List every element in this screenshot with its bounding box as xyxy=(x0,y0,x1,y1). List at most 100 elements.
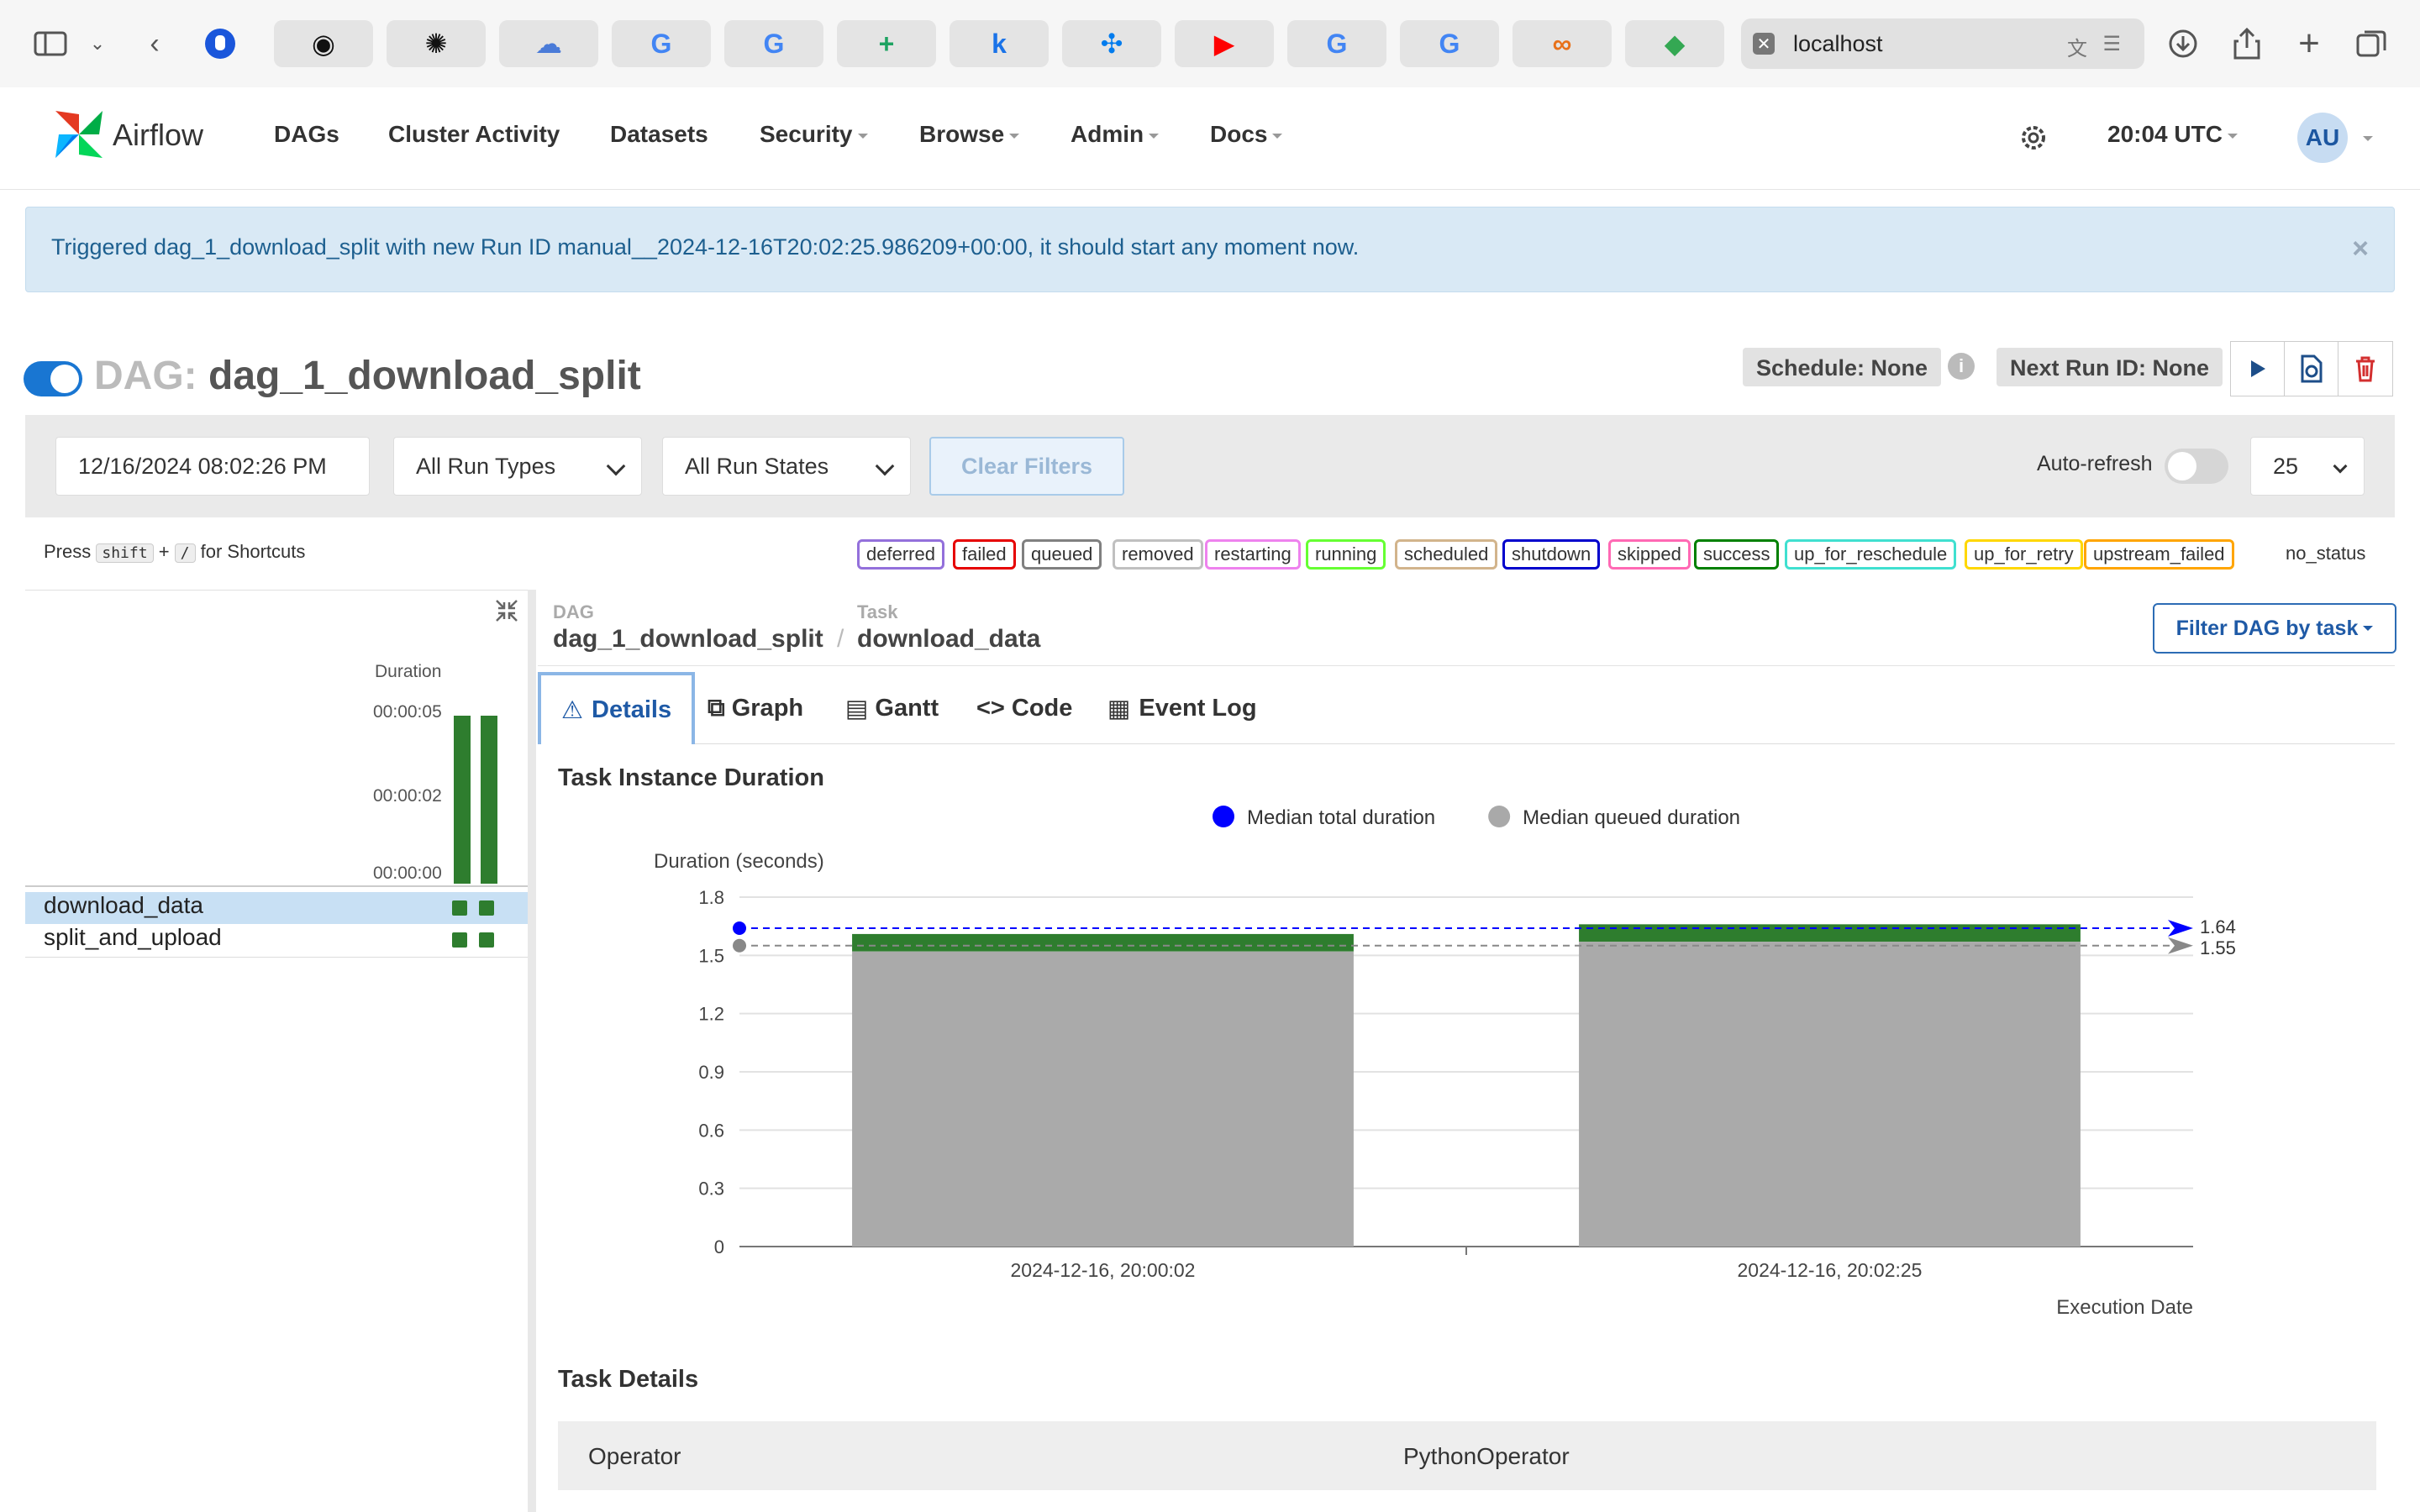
tab-gantt[interactable]: ▤ Gantt xyxy=(845,672,939,744)
caret-down-icon[interactable] xyxy=(2363,136,2373,141)
nav-browse[interactable]: Browse xyxy=(919,121,1020,148)
state-up-for-reschedule[interactable]: up_for_reschedule xyxy=(1785,539,1957,570)
state-success[interactable]: success xyxy=(1694,539,1780,570)
share-icon[interactable] xyxy=(2225,20,2269,67)
browser-tab[interactable]: ▶ xyxy=(1175,20,1274,67)
url-bar[interactable]: ✕ localhost 文 ☰ xyxy=(1741,18,2144,69)
dag-run-duration-bar[interactable] xyxy=(481,716,497,884)
state-running[interactable]: running xyxy=(1306,539,1386,570)
close-tab-icon[interactable]: ✕ xyxy=(1753,33,1775,55)
browser-tab[interactable]: G xyxy=(1400,20,1499,67)
panel-resize-handle[interactable] xyxy=(528,590,536,1512)
delete-dag-button[interactable] xyxy=(2338,341,2393,396)
nav-datasets[interactable]: Datasets xyxy=(610,121,708,148)
run-state-select[interactable]: All Run States xyxy=(662,437,911,496)
state-queued[interactable]: queued xyxy=(1022,539,1102,570)
median-arrow-icon xyxy=(2168,937,2193,954)
task-row-split-and-upload[interactable]: split_and_upload xyxy=(25,924,528,958)
state-legend: Press shift + / for Shortcuts deferred fa… xyxy=(0,534,2420,575)
privacy-hand-icon[interactable] xyxy=(198,20,242,67)
state-up-for-retry[interactable]: up_for_retry xyxy=(1965,539,2083,570)
nav-cluster-activity[interactable]: Cluster Activity xyxy=(388,121,560,148)
collapse-icon[interactable] xyxy=(494,598,519,627)
breadcrumb-dag[interactable]: dag_1_download_split xyxy=(553,625,823,654)
auto-refresh-toggle[interactable] xyxy=(2165,449,2228,484)
back-arrow-icon[interactable]: ‹ xyxy=(133,20,176,67)
chevron-down-icon xyxy=(2333,459,2348,474)
warning-icon: ⚠ xyxy=(561,696,583,724)
breadcrumb-task[interactable]: download_data xyxy=(857,625,1040,654)
task-tabs: ⚠ Details ⧉ Graph ▤ Gantt <> Code ▦ Event Log xyxy=(538,672,2395,744)
shortcut-key-slash: / xyxy=(174,543,196,563)
browser-tab[interactable]: k xyxy=(950,20,1049,67)
browser-tab[interactable]: G xyxy=(724,20,823,67)
run-type-select[interactable]: All Run Types xyxy=(393,437,642,496)
infinity-icon: ∞ xyxy=(1552,28,1572,59)
duration-tick: 00:00:02 xyxy=(373,786,442,806)
nav-browse-label: Browse xyxy=(919,121,1005,147)
browser-tab[interactable]: ✣ xyxy=(1062,20,1161,67)
tab-event-log-label: Event Log xyxy=(1139,694,1257,722)
state-upstream-failed[interactable]: upstream_failed xyxy=(2084,539,2234,570)
trigger-dag-button[interactable] xyxy=(2230,341,2286,396)
tab-overview-icon[interactable] xyxy=(2349,20,2393,67)
clock-dropdown[interactable]: 20:04 UTC xyxy=(2107,121,2238,148)
task-instance-square[interactable] xyxy=(479,900,494,916)
state-deferred[interactable]: deferred xyxy=(857,539,944,570)
browser-tab[interactable]: ∞ xyxy=(1512,20,1612,67)
clear-filters-button[interactable]: Clear Filters xyxy=(929,437,1124,496)
browser-tab[interactable]: G xyxy=(1287,20,1386,67)
median-start-marker xyxy=(733,921,746,935)
dag-pause-toggle[interactable] xyxy=(24,361,82,396)
reader-icon[interactable]: ☰ xyxy=(2102,32,2121,56)
legend-label: Median total duration xyxy=(1247,806,1435,829)
browser-tab[interactable]: + xyxy=(837,20,936,67)
state-removed[interactable]: removed xyxy=(1113,539,1203,570)
nav-dags[interactable]: DAGs xyxy=(274,121,339,148)
parse-dag-button[interactable] xyxy=(2284,341,2339,396)
state-skipped[interactable]: skipped xyxy=(1608,539,1691,570)
browser-tab[interactable]: ◆ xyxy=(1625,20,1724,67)
state-scheduled[interactable]: scheduled xyxy=(1395,539,1498,570)
cloud-icon: ☁ xyxy=(535,29,562,59)
chevron-down-icon[interactable]: ⌄ xyxy=(76,20,119,67)
caret-down-icon xyxy=(857,133,868,139)
browser-tab[interactable]: G xyxy=(612,20,711,67)
base-date-input[interactable]: 12/16/2024 08:02:26 PM xyxy=(55,437,370,496)
browser-tab[interactable]: ✺ xyxy=(387,20,486,67)
task-instance-square[interactable] xyxy=(452,900,467,916)
task-instance-square[interactable] xyxy=(452,932,467,948)
sidebar-toggle-icon[interactable] xyxy=(29,20,72,67)
brand-name[interactable]: Airflow xyxy=(113,118,203,153)
breadcrumb-separator: / xyxy=(837,625,844,653)
tab-event-log[interactable]: ▦ Event Log xyxy=(1107,672,1257,744)
median-start-marker xyxy=(733,938,746,953)
tab-graph[interactable]: ⧉ Graph xyxy=(708,672,803,744)
airflow-logo-icon[interactable] xyxy=(47,102,111,171)
info-icon[interactable]: i xyxy=(1948,353,1975,380)
bar-total-duration xyxy=(852,933,1354,952)
task-instance-square[interactable] xyxy=(479,932,494,948)
state-failed[interactable]: failed xyxy=(953,539,1016,570)
new-tab-icon[interactable]: + xyxy=(2287,20,2331,67)
download-icon[interactable] xyxy=(2161,20,2205,67)
state-restarting[interactable]: restarting xyxy=(1205,539,1301,570)
browser-tab[interactable]: ◉ xyxy=(274,20,373,67)
task-row-download-data[interactable]: download_data xyxy=(25,892,528,924)
nav-docs[interactable]: Docs xyxy=(1210,121,1283,148)
tab-code[interactable]: <> Code xyxy=(976,672,1072,744)
browser-tab[interactable]: ☁ xyxy=(499,20,598,67)
gear-icon[interactable] xyxy=(2017,121,2050,159)
close-icon[interactable]: × xyxy=(2352,233,2369,265)
translate-icon[interactable]: 文 xyxy=(2067,32,2087,61)
nav-admin[interactable]: Admin xyxy=(1071,121,1160,148)
tab-details[interactable]: ⚠ Details xyxy=(538,672,696,744)
state-no-status[interactable]: no_status xyxy=(2286,543,2365,564)
page-size-select[interactable]: 25 xyxy=(2250,437,2365,496)
avatar[interactable]: AU xyxy=(2297,113,2348,163)
dag-run-duration-bar[interactable] xyxy=(454,716,471,884)
nav-security[interactable]: Security xyxy=(760,121,868,148)
state-shutdown[interactable]: shutdown xyxy=(1502,539,1601,570)
filter-dag-by-task-button[interactable]: Filter DAG by task xyxy=(2153,603,2396,654)
shortcut-suffix: for Shortcuts xyxy=(200,541,306,562)
